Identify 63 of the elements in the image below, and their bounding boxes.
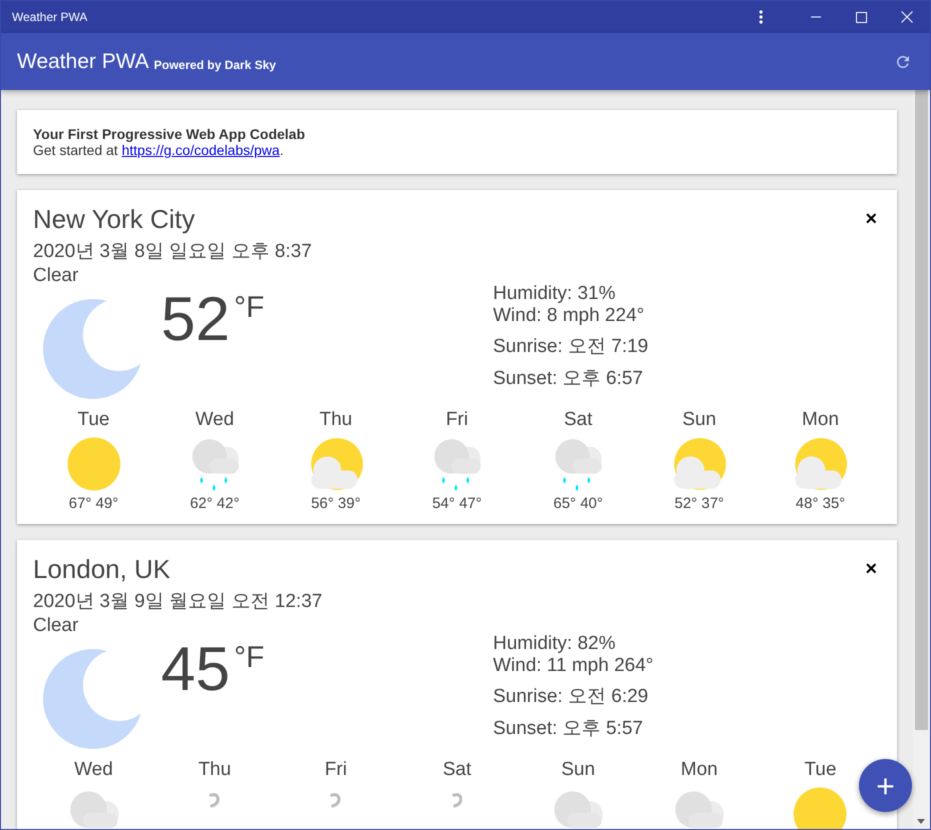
city-name: London, UK	[33, 554, 170, 585]
partly-cloudy-icon	[672, 437, 726, 491]
forecast-temperatures: 62° 42°	[190, 495, 240, 512]
codelab-link[interactable]: https://g.co/codelabs/pwa	[122, 142, 280, 158]
scrollbar[interactable]	[913, 90, 930, 829]
temperature-unit: °F	[234, 641, 264, 675]
city-name: New York City	[33, 204, 195, 235]
forecast-temperatures: 67° 49°	[68, 495, 118, 512]
temperature-unit: °F	[234, 291, 264, 325]
humidity-text: Humidity: 31%	[493, 283, 616, 305]
weather-description: Clear	[33, 615, 80, 637]
forecast-day: Sun	[682, 409, 716, 431]
partly-cloudy-icon	[793, 437, 848, 491]
date-time: 2020년 3월 8일 일요일 오후 8:37	[33, 240, 313, 264]
sunrise-text: Sunrise: 오전 7:19	[493, 335, 650, 359]
remove-button[interactable]: ×	[861, 208, 881, 231]
wind-text: Wind: 11 mph 264°	[493, 655, 654, 677]
sun-icon	[793, 787, 848, 829]
intro-title: Your First Progressive Web App Codelab	[33, 126, 306, 142]
forecast-temperatures: 65° 40°	[553, 495, 603, 512]
sunset-text: Sunset: 오후 6:57	[493, 367, 644, 391]
forecast-temperatures: 56° 39°	[311, 495, 361, 512]
forecast-day: Mon	[680, 759, 718, 781]
forecast-day: Tue	[78, 409, 110, 431]
forecast-day: Fri	[446, 409, 468, 431]
forecast-temperatures: 54° 47°	[432, 495, 482, 512]
scroll-down-icon[interactable]	[917, 819, 925, 824]
wind-icon	[452, 791, 462, 808]
forecast-day: Thu	[319, 409, 352, 431]
wind-text: Wind: 8 mph 224°	[493, 305, 646, 327]
intro-text: Get started at https://g.co/codelabs/pwa.	[33, 142, 285, 158]
forecast-day: Sun	[561, 759, 596, 781]
forecast-day: Sat	[564, 409, 592, 431]
temperature: 52	[161, 289, 230, 351]
forecast-day: Thu	[198, 759, 232, 781]
forecast-temperatures: 52° 37°	[674, 495, 724, 512]
forecast-temperatures: 48° 35°	[796, 495, 846, 512]
date-time: 2020년 3월 9일 월요일 오전 12:37	[33, 590, 324, 614]
partly-cloudy-icon	[308, 437, 363, 491]
scrollbar-thumb[interactable]	[915, 90, 928, 730]
forecast-day: Fri	[324, 759, 347, 781]
window-title: Weather PWA	[12, 10, 88, 24]
sunrise-text: Sunrise: 오전 6:29	[493, 685, 650, 709]
forecast-day: Wed	[195, 409, 234, 431]
moon-icon	[43, 299, 143, 399]
forecast-day: Tue	[804, 759, 836, 781]
sunset-text: Sunset: 오후 5:57	[493, 717, 644, 741]
close-icon[interactable]	[901, 11, 913, 23]
temperature: 45	[161, 639, 230, 701]
more-options-icon[interactable]	[759, 10, 763, 24]
sun-icon	[66, 437, 121, 491]
wind-icon	[330, 791, 342, 808]
forecast-day: Wed	[74, 759, 113, 781]
weather-description: Clear	[33, 265, 80, 287]
forecast-day: Sat	[442, 759, 472, 781]
app-subtitle: Powered by Dark Sky	[154, 58, 276, 72]
remove-button[interactable]: ×	[861, 558, 881, 581]
app-title: Weather PWA	[17, 50, 149, 74]
forecast-day: Mon	[802, 409, 839, 431]
moon-icon	[43, 649, 143, 749]
maximize-icon[interactable]	[856, 12, 867, 22]
humidity-text: Humidity: 82%	[493, 633, 616, 655]
wind-icon	[209, 791, 220, 808]
